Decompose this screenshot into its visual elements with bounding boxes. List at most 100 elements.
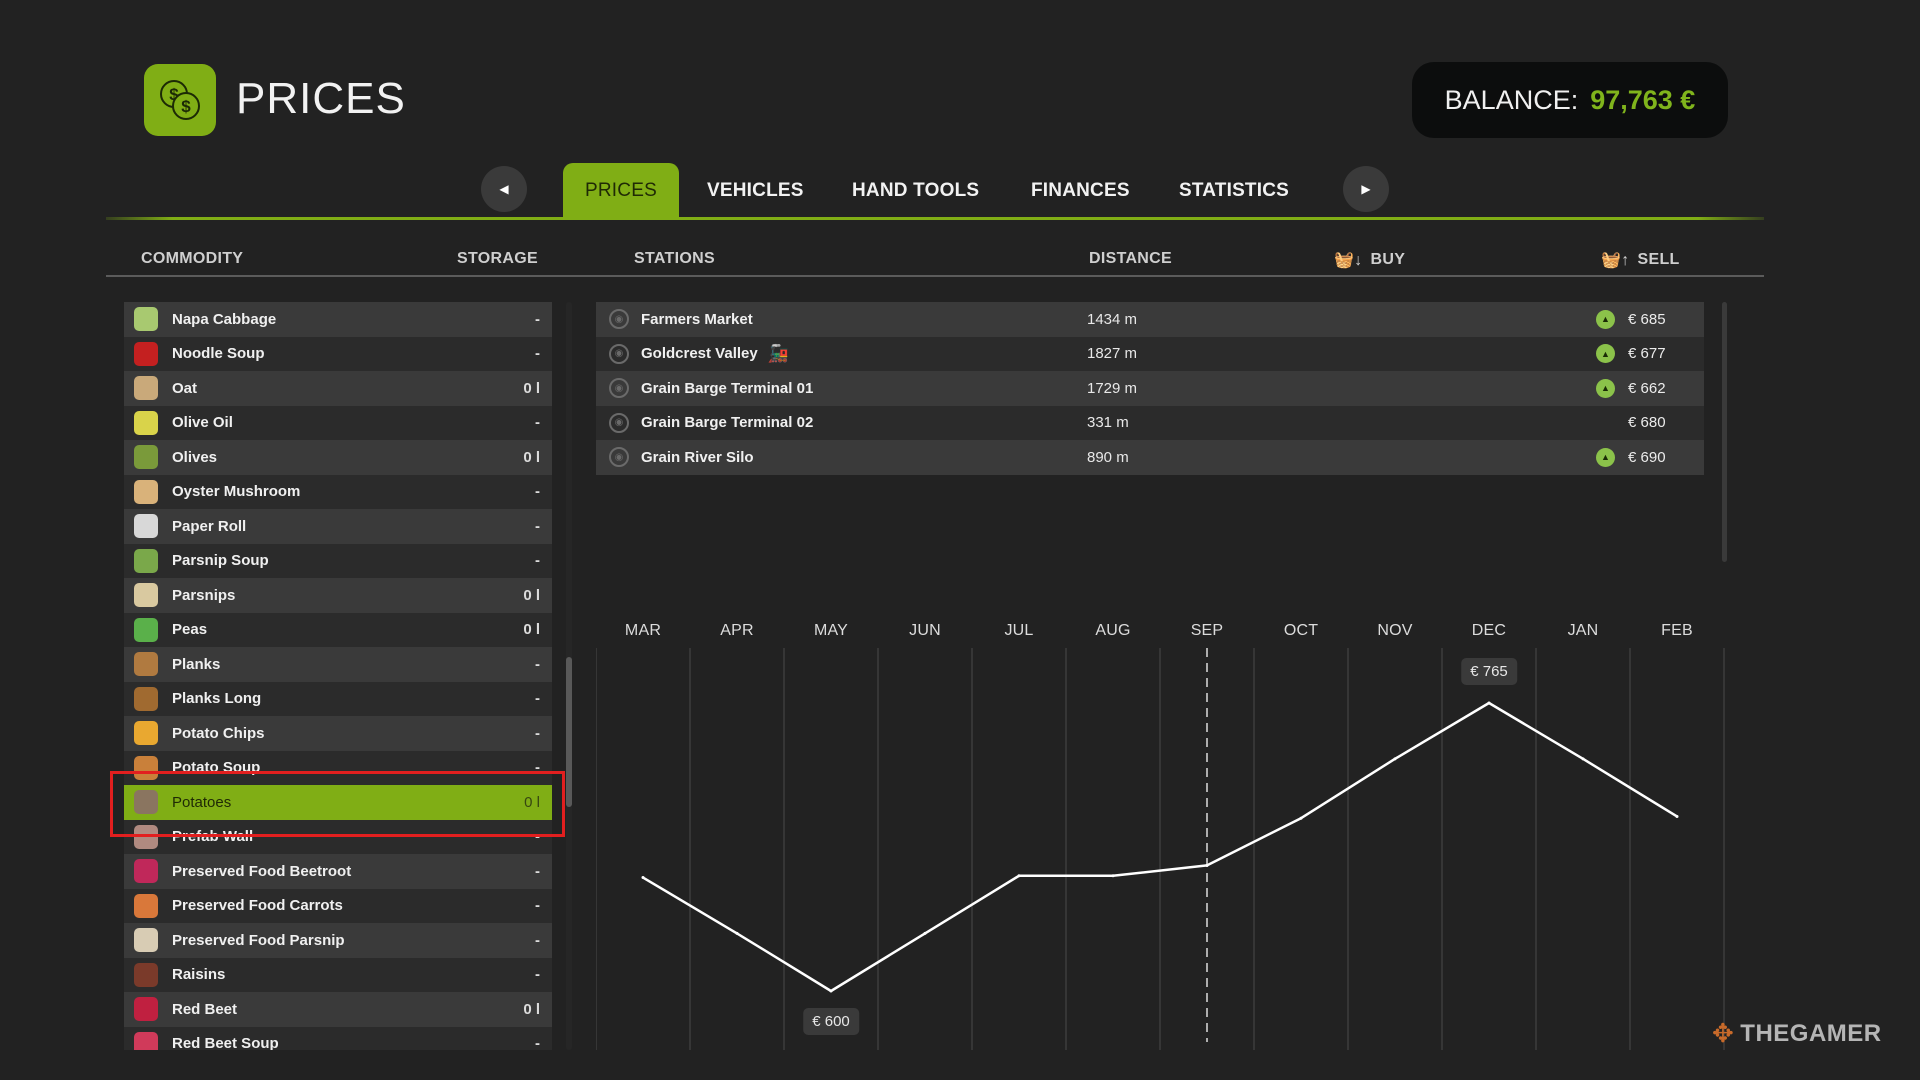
- commodity-storage: 0 l: [523, 448, 540, 466]
- station-marker-icon[interactable]: ◉: [609, 309, 629, 330]
- commodity-row[interactable]: Oyster Mushroom -: [124, 474, 552, 509]
- commodity-row[interactable]: Prefab Wall -: [124, 819, 552, 854]
- commodity-row[interactable]: Planks -: [124, 647, 552, 682]
- commodity-storage: -: [535, 517, 540, 535]
- commodity-row[interactable]: Potato Soup -: [124, 750, 552, 785]
- commodity-storage: -: [535, 1035, 540, 1050]
- station-row[interactable]: ◉ Goldcrest Valley 🚂 1827 m ▲ € 677: [596, 336, 1704, 371]
- commodity-storage: -: [535, 897, 540, 915]
- coins-icon: $ $: [144, 64, 216, 136]
- commodity-row[interactable]: Preserved Food Carrots -: [124, 888, 552, 923]
- x-tick-label: DEC: [1471, 622, 1507, 639]
- x-tick-label: APR: [720, 622, 754, 639]
- thegamer-logo-icon: ✥: [1712, 1018, 1735, 1048]
- buy-label: BUY: [1370, 251, 1406, 268]
- commodity-row[interactable]: Peas 0 l: [124, 612, 552, 647]
- data-point[interactable]: [1111, 874, 1115, 878]
- data-point[interactable]: [1487, 701, 1491, 705]
- data-point[interactable]: [1393, 757, 1397, 761]
- tab-statistics[interactable]: STATISTICS: [1157, 163, 1311, 218]
- commodity-row[interactable]: Potatoes 0 l: [124, 785, 552, 820]
- stations-table: ◉ Farmers Market 1434 m ▲ € 685 ◉ Goldcrest Va…: [596, 302, 1704, 475]
- commodity-storage: -: [535, 862, 540, 880]
- tab-finances[interactable]: FINANCES: [1009, 163, 1152, 218]
- commodity-name: Parsnips: [172, 586, 236, 604]
- commodity-row[interactable]: Noodle Soup -: [124, 336, 552, 371]
- commodity-list[interactable]: Napa Cabbage - Noodle Soup - Oat 0 l Olive Oil…: [124, 302, 552, 1050]
- station-row[interactable]: ◉ Grain River Silo 890 m ▲ € 690: [596, 440, 1704, 475]
- data-point[interactable]: [1205, 863, 1209, 867]
- next-page-button[interactable]: ▶: [1343, 166, 1389, 212]
- station-marker-icon[interactable]: ◉: [609, 447, 629, 468]
- commodity-name: Raisins: [172, 966, 226, 984]
- data-point[interactable]: [735, 931, 739, 935]
- basket-up-icon: 🧺↑: [1601, 252, 1630, 269]
- x-tick-label: FEB: [1661, 622, 1693, 639]
- x-tick-label: AUG: [1095, 622, 1131, 639]
- balance-value: 97,763 €: [1590, 84, 1696, 115]
- cabbage-icon: [134, 307, 158, 332]
- caret-right-icon: ▶: [1361, 182, 1371, 196]
- commodity-list-scrollbar[interactable]: [566, 302, 572, 1050]
- scrollbar-thumb[interactable]: [566, 657, 572, 807]
- commodity-row[interactable]: Red Beet 0 l: [124, 992, 552, 1027]
- commodity-name: Red Beet: [172, 1000, 238, 1018]
- station-marker-icon[interactable]: ◉: [609, 378, 629, 399]
- previous-page-button[interactable]: ◀: [481, 166, 527, 212]
- chart-canvas: [596, 648, 1725, 1050]
- station-marker-icon[interactable]: ◉: [609, 343, 629, 364]
- data-point[interactable]: [923, 931, 927, 935]
- commodity-name: Potatoes: [172, 793, 232, 811]
- commodity-name: Peas: [172, 621, 208, 639]
- planks-icon: [134, 686, 158, 711]
- commodity-row[interactable]: Parsnips 0 l: [124, 578, 552, 613]
- column-header-buy[interactable]: 🧺↓ BUY: [1334, 250, 1405, 270]
- potato-icon: [134, 790, 158, 815]
- stations-scrollbar[interactable]: [1722, 302, 1727, 562]
- beet-icon: [134, 997, 158, 1022]
- planks-icon: [134, 652, 158, 677]
- commodity-row[interactable]: Napa Cabbage -: [124, 302, 552, 337]
- commodity-row[interactable]: Paper Roll -: [124, 509, 552, 544]
- commodity-row[interactable]: Preserved Food Parsnip -: [124, 923, 552, 958]
- station-name: Grain Barge Terminal 01: [641, 379, 814, 397]
- station-row[interactable]: ◉ Farmers Market 1434 m ▲ € 685: [596, 302, 1704, 337]
- olive-oil-icon: [134, 410, 158, 435]
- soup-can-icon: [134, 341, 158, 366]
- data-point[interactable]: [1581, 757, 1585, 761]
- station-row[interactable]: ◉ Grain Barge Terminal 02 331 m € 680: [596, 405, 1704, 440]
- data-point[interactable]: [1017, 874, 1021, 878]
- commodity-row[interactable]: Planks Long -: [124, 681, 552, 716]
- tab-prices[interactable]: PRICES: [563, 163, 679, 218]
- station-sell-price: € 685: [1628, 310, 1666, 328]
- tab-hand-tools[interactable]: HAND TOOLS: [830, 163, 1001, 218]
- commodity-row[interactable]: Olives 0 l: [124, 440, 552, 475]
- basket-down-icon: 🧺↓: [1334, 252, 1363, 269]
- commodity-row[interactable]: Potato Chips -: [124, 716, 552, 751]
- commodity-row[interactable]: Red Beet Soup -: [124, 1026, 552, 1050]
- commodity-storage: -: [535, 655, 540, 673]
- commodity-storage: 0 l: [523, 586, 540, 604]
- commodity-name: Olive Oil: [172, 414, 233, 432]
- tab-vehicles[interactable]: VEHICLES: [685, 163, 826, 218]
- commodity-row[interactable]: Raisins -: [124, 957, 552, 992]
- x-tick-label: JUN: [909, 622, 941, 639]
- commodity-name: Oyster Mushroom: [172, 483, 301, 501]
- column-header-sell[interactable]: 🧺↑ SELL: [1601, 250, 1680, 270]
- x-tick-label: MAY: [813, 622, 849, 639]
- commodity-row[interactable]: Parsnip Soup -: [124, 543, 552, 578]
- commodity-row[interactable]: Oat 0 l: [124, 371, 552, 406]
- commodity-row[interactable]: Olive Oil -: [124, 405, 552, 440]
- commodity-row[interactable]: Preserved Food Beetroot -: [124, 854, 552, 889]
- jar-icon: [134, 893, 158, 918]
- data-point[interactable]: [641, 876, 645, 880]
- data-point[interactable]: [829, 989, 833, 993]
- data-point[interactable]: [1675, 814, 1679, 818]
- data-point[interactable]: [1299, 816, 1303, 820]
- station-distance: 331 m: [1087, 414, 1129, 432]
- x-tick-label: NOV: [1377, 622, 1413, 639]
- station-marker-icon[interactable]: ◉: [609, 412, 629, 433]
- commodity-name: Noodle Soup: [172, 345, 265, 363]
- station-row[interactable]: ◉ Grain Barge Terminal 01 1729 m ▲ € 662: [596, 371, 1704, 406]
- commodity-name: Potato Soup: [172, 759, 261, 777]
